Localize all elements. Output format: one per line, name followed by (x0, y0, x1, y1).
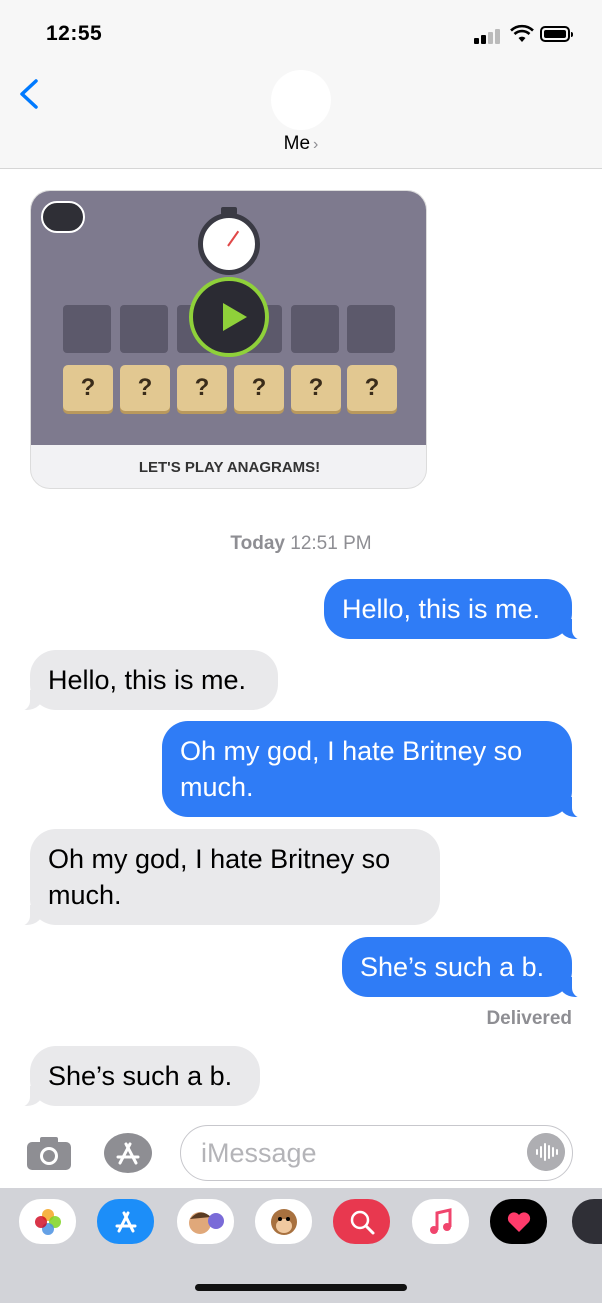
music-app-icon[interactable] (412, 1199, 469, 1244)
message-text: Oh my god, I hate Britney so much. (180, 736, 523, 802)
animoji-app-icon[interactable] (255, 1199, 312, 1244)
message-text: Hello, this is me. (48, 665, 247, 695)
camera-icon[interactable] (25, 1136, 73, 1172)
app-store-icon[interactable] (102, 1132, 154, 1174)
appstore-app-icon[interactable] (97, 1199, 154, 1244)
digital-touch-app-icon[interactable] (490, 1199, 547, 1244)
play-icon[interactable] (189, 277, 269, 357)
received-message-bubble[interactable]: She’s such a b. (10, 1046, 260, 1107)
contact-name: Me (283, 133, 311, 154)
letter-slot (63, 305, 111, 353)
contact-name-button[interactable]: Me › (0, 133, 602, 155)
gamepigeon-logo-icon (41, 201, 85, 233)
memoji-app-icon[interactable] (177, 1199, 234, 1244)
letter-slot (120, 305, 168, 353)
battery-icon (540, 26, 573, 42)
sent-message-bubble[interactable]: Oh my god, I hate Britney so much. (162, 721, 592, 818)
message-text: Oh my god, I hate Britney so much. (48, 844, 391, 910)
message-text: She’s such a b. (360, 952, 545, 982)
letter-tile: ? (63, 365, 113, 411)
game-card-caption: LET'S PLAY ANAGRAMS! (138, 459, 321, 476)
message-input[interactable]: iMessage (180, 1125, 573, 1181)
status-time: 12:55 (46, 22, 103, 45)
contact-avatar[interactable] (271, 70, 331, 130)
received-message-bubble[interactable]: Hello, this is me. (10, 650, 278, 711)
chevron-left-icon[interactable] (18, 78, 40, 110)
letter-tile: ? (291, 365, 341, 411)
message-text: She’s such a b. (48, 1061, 233, 1091)
letter-tile: ? (347, 365, 397, 411)
wifi-icon (510, 24, 534, 42)
home-indicator (195, 1284, 407, 1291)
game-message-card[interactable]: ? ? ? ? ? ? LET'S PLAY ANAGRAMS! (30, 190, 427, 489)
letter-tile: ? (234, 365, 284, 411)
chevron-right-icon: › (313, 136, 319, 153)
letter-slot (291, 305, 339, 353)
received-message-bubble[interactable]: Oh my god, I hate Britney so much. (10, 829, 440, 926)
message-input-placeholder: iMessage (201, 1138, 317, 1168)
timestamp-time: 12:51 PM (290, 533, 372, 554)
letter-tile: ? (120, 365, 170, 411)
audio-message-icon[interactable] (527, 1133, 565, 1171)
game-preview-image: ? ? ? ? ? ? (31, 191, 426, 445)
search-images-app-icon[interactable] (333, 1199, 390, 1244)
delivery-status: Delivered (486, 1008, 572, 1029)
cellular-signal-icon (474, 28, 502, 44)
stopwatch-icon (198, 213, 260, 275)
sent-message-bubble[interactable]: Hello, this is me. (324, 579, 592, 640)
message-timestamp: Today 12:51 PM (0, 533, 602, 555)
letter-slot (347, 305, 395, 353)
sent-message-bubble[interactable]: She’s such a b. (342, 937, 592, 998)
letter-tile: ? (177, 365, 227, 411)
message-text: Hello, this is me. (342, 594, 541, 624)
timestamp-day: Today (230, 533, 285, 554)
photos-app-icon[interactable] (19, 1199, 76, 1244)
